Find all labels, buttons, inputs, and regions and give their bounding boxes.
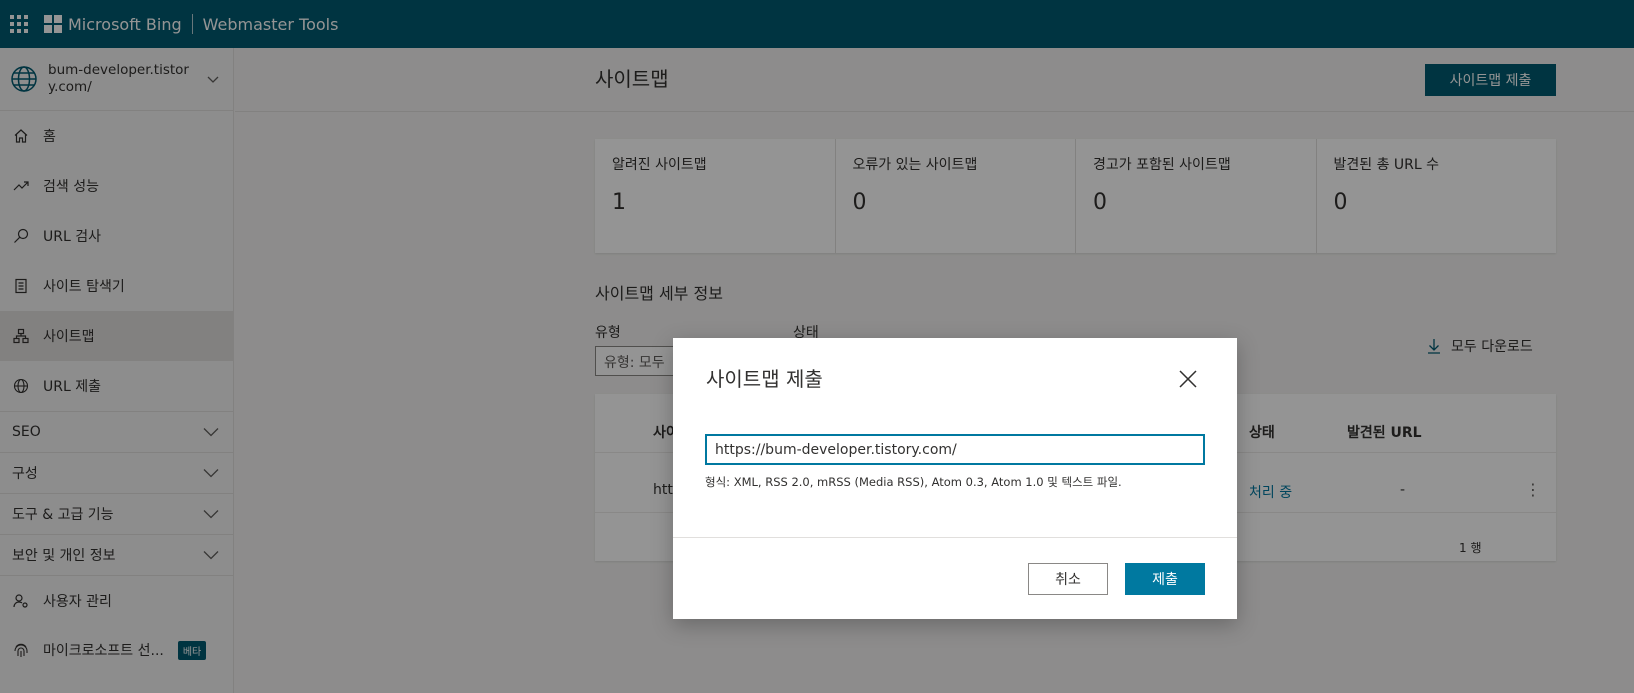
cancel-button[interactable]: 취소: [1028, 563, 1108, 595]
close-icon[interactable]: [1176, 367, 1200, 391]
format-hint: 형식: XML, RSS 2.0, mRSS (Media RSS), Atom…: [705, 475, 1122, 489]
sitemap-url-input[interactable]: [705, 434, 1205, 465]
dialog-divider: [673, 537, 1237, 538]
submit-button[interactable]: 제출: [1125, 563, 1205, 595]
dialog-title: 사이트맵 제출: [706, 367, 823, 391]
submit-sitemap-dialog: 사이트맵 제출 형식: XML, RSS 2.0, mRSS (Media RS…: [673, 338, 1237, 619]
